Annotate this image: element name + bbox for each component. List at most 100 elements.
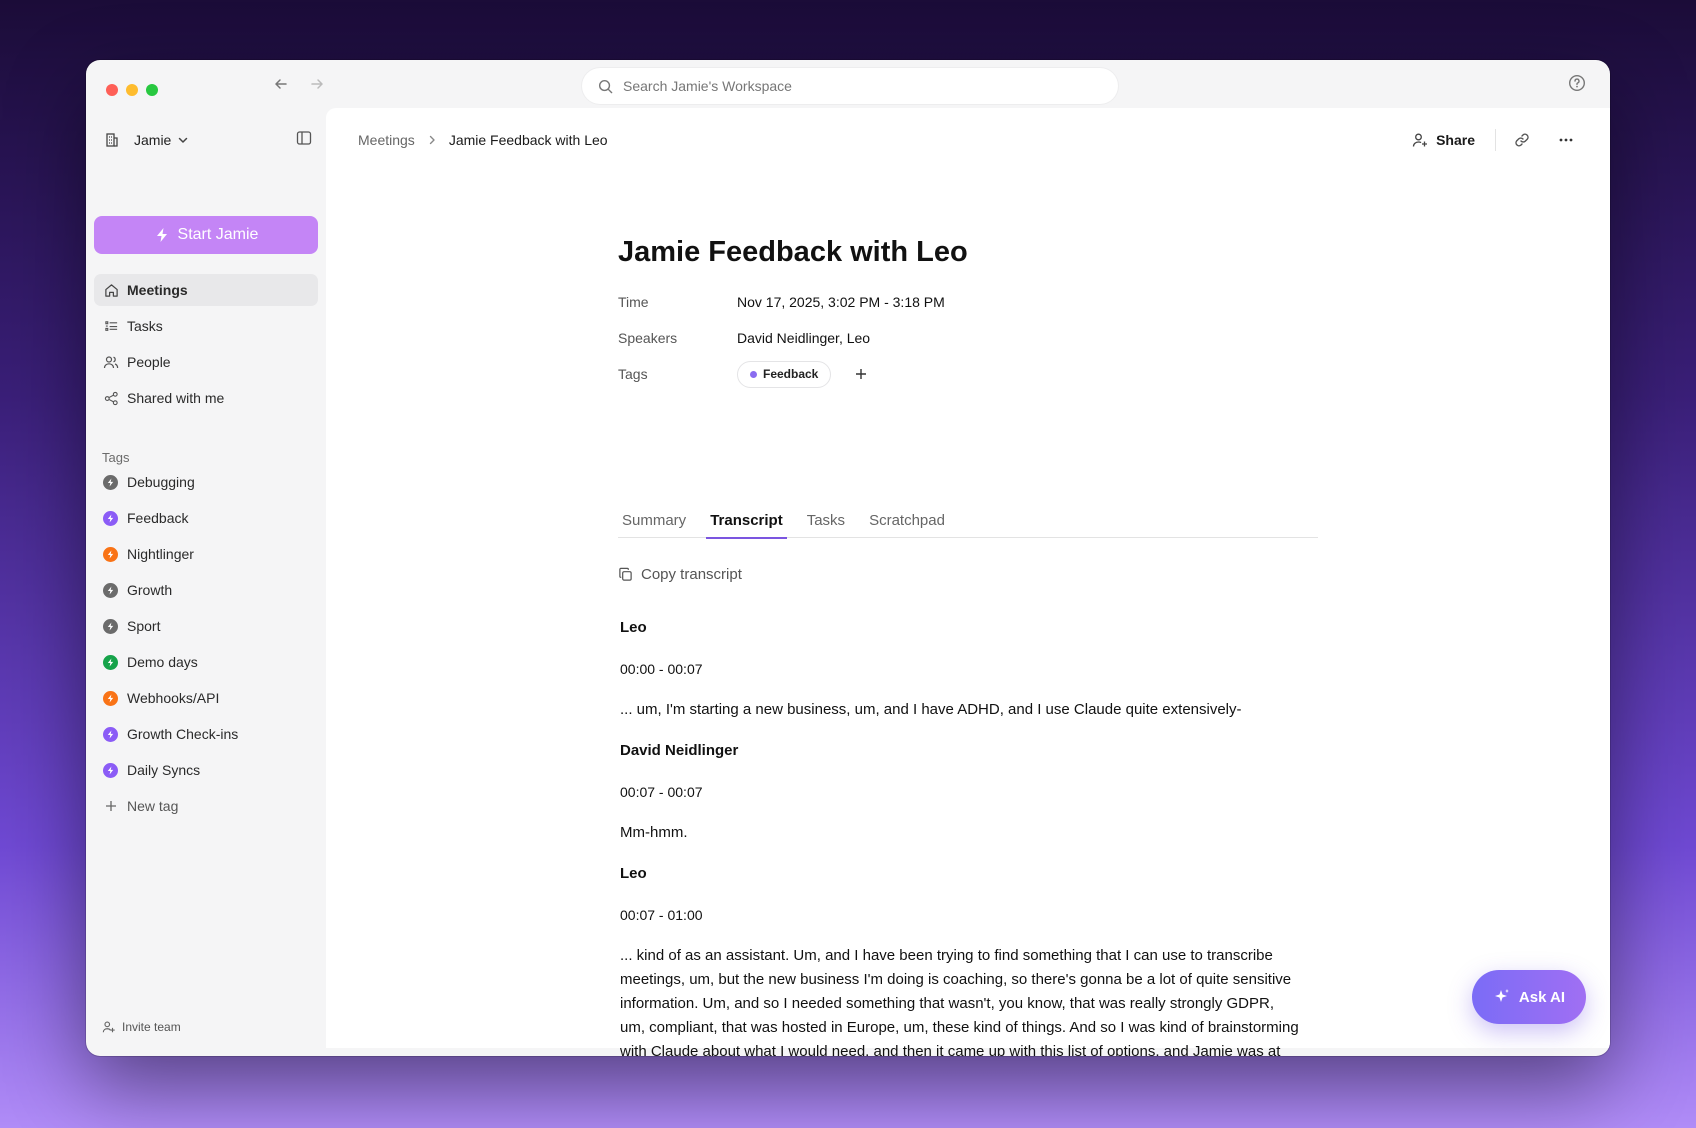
sidebar-tag-daily-syncs[interactable]: Daily Syncs — [94, 754, 318, 786]
bolt-tag-icon — [103, 618, 118, 634]
sidebar-toggle-button[interactable] — [296, 130, 312, 151]
bolt-tag-icon — [103, 510, 118, 526]
bolt-tag-icon — [103, 726, 118, 742]
transcript-entry: David Neidlinger 00:07 - 00:07 Mm-hmm. — [620, 739, 1300, 845]
invite-team-label: Invite team — [122, 1020, 181, 1034]
copy-icon — [619, 567, 632, 581]
bolt-tag-icon — [103, 654, 118, 670]
tag-label: Nightlinger — [127, 546, 194, 562]
tags-label: Tags — [618, 366, 648, 382]
help-button[interactable] — [1568, 74, 1588, 94]
window-controls — [106, 84, 158, 96]
meeting-tabs: Summary Transcript Tasks Scratchpad — [618, 502, 1318, 539]
tab-tasks[interactable]: Tasks — [803, 502, 849, 538]
main-panel: Meetings Jamie Feedback with Leo Share J… — [326, 108, 1610, 1056]
arrow-right-icon — [311, 79, 323, 89]
main-nav: Meetings Tasks People Shared with me — [94, 274, 318, 418]
meta-tags-row: Tags Feedback — [618, 356, 1318, 392]
tag-label: Debugging — [127, 474, 195, 490]
invite-team-button[interactable]: Invite team — [102, 1020, 181, 1034]
transcript-text: Mm-hmm. — [620, 824, 688, 841]
maximize-window-button[interactable] — [146, 84, 158, 96]
speaker-name: Leo — [620, 619, 647, 636]
tag-label: Growth — [127, 582, 173, 598]
sidebar-tag-sport[interactable]: Sport — [94, 610, 318, 642]
breadcrumb-meetings-link[interactable]: Meetings — [358, 132, 415, 148]
start-jamie-button[interactable]: Start Jamie — [94, 216, 318, 254]
back-button[interactable] — [270, 73, 292, 95]
chevron-down-icon — [179, 137, 188, 143]
copy-transcript-button[interactable]: Copy transcript — [618, 566, 742, 583]
add-tag-button[interactable] — [853, 366, 869, 382]
search-input[interactable] — [623, 78, 1063, 94]
search-bar[interactable] — [582, 68, 1118, 104]
chevron-right-icon — [427, 135, 437, 145]
checklist-icon — [104, 320, 117, 331]
sidebar-item-people[interactable]: People — [94, 346, 318, 378]
help-circle-icon — [1568, 74, 1586, 92]
workspace-switcher[interactable]: Jamie — [104, 126, 314, 154]
forward-button[interactable] — [306, 73, 328, 95]
ask-ai-label: Ask AI — [1518, 988, 1566, 1006]
start-jamie-label: Start Jamie — [177, 226, 259, 243]
sidebar-tag-demo-days[interactable]: Demo days — [94, 646, 318, 678]
copy-transcript-label: Copy transcript — [641, 566, 742, 583]
sidebar-item-label: People — [127, 354, 171, 370]
minimize-window-button[interactable] — [126, 84, 138, 96]
copy-link-button[interactable] — [1508, 126, 1536, 154]
bolt-tag-icon — [103, 762, 118, 778]
breadcrumb: Meetings Jamie Feedback with Leo — [358, 126, 608, 154]
tab-summary[interactable]: Summary — [618, 502, 690, 538]
breadcrumb-current: Jamie Feedback with Leo — [448, 132, 608, 148]
tag-label: Sport — [127, 618, 161, 634]
more-options-button[interactable] — [1552, 126, 1580, 154]
tab-transcript[interactable]: Transcript — [706, 502, 787, 539]
plus-icon — [103, 799, 118, 814]
app-window: Jamie Start Jamie Meetings Tasks People — [86, 60, 1610, 1056]
history-nav — [270, 73, 328, 95]
tag-label: Feedback — [127, 510, 189, 526]
sidebar-tag-growth-check-ins[interactable]: Growth Check-ins — [94, 718, 318, 750]
tag-label: Demo days — [127, 654, 198, 670]
share-button[interactable]: Share — [1404, 128, 1483, 152]
sidebar-item-label: Meetings — [127, 282, 188, 298]
sidebar-item-shared-with-me[interactable]: Shared with me — [94, 382, 318, 414]
sidebar-tag-debugging[interactable]: Debugging — [94, 466, 318, 498]
tag-list: Debugging Feedback Nightlinger Growth Sp… — [94, 466, 318, 826]
meeting-meta: Time Nov 17, 2025, 3:02 PM - 3:18 PM Spe… — [618, 284, 1318, 392]
plus-icon — [856, 369, 867, 379]
speakers-value: David Neidlinger, Leo — [737, 330, 871, 346]
time-label: Time — [618, 294, 649, 310]
sparkle-icon — [1494, 989, 1509, 1002]
speaker-name: Leo — [620, 865, 647, 882]
sidebar-item-tasks[interactable]: Tasks — [94, 310, 318, 342]
arrow-left-icon — [275, 79, 287, 89]
share-nodes-icon — [104, 391, 118, 405]
sidebar-tag-nightlinger[interactable]: Nightlinger — [94, 538, 318, 570]
user-share-icon — [1412, 133, 1428, 147]
sidebar-item-label: Shared with me — [127, 390, 225, 406]
new-tag-button[interactable]: New tag — [94, 790, 318, 822]
transcript-text: ... kind of as an assistant. Um, and I h… — [620, 947, 1299, 1056]
transcript-entry: Leo 00:00 - 00:07 ... um, I'm starting a… — [620, 616, 1300, 722]
timestamp: 00:07 - 01:00 — [620, 907, 703, 923]
divider — [1495, 129, 1496, 151]
meta-time-row: Time Nov 17, 2025, 3:02 PM - 3:18 PM — [618, 284, 1318, 320]
sidebar-item-meetings[interactable]: Meetings — [94, 274, 318, 306]
bolt-tag-icon — [103, 474, 118, 490]
new-tag-label: New tag — [127, 798, 179, 814]
tag-chip-feedback[interactable]: Feedback — [737, 360, 832, 388]
close-window-button[interactable] — [106, 84, 118, 96]
search-icon — [598, 79, 613, 93]
home-icon — [104, 283, 118, 297]
bolt-tag-icon — [103, 582, 118, 598]
sidebar: Jamie Start Jamie Meetings Tasks People — [86, 108, 326, 1056]
titlebar — [86, 60, 1610, 108]
ask-ai-button[interactable]: Ask AI — [1472, 970, 1586, 1024]
sidebar-tag-feedback[interactable]: Feedback — [94, 502, 318, 534]
sidebar-tag-webhooks-api[interactable]: Webhooks/API — [94, 682, 318, 714]
sidebar-tag-growth[interactable]: Growth — [94, 574, 318, 606]
tag-color-dot — [750, 370, 757, 378]
bolt-tag-icon — [103, 546, 118, 562]
tab-scratchpad[interactable]: Scratchpad — [865, 502, 949, 538]
